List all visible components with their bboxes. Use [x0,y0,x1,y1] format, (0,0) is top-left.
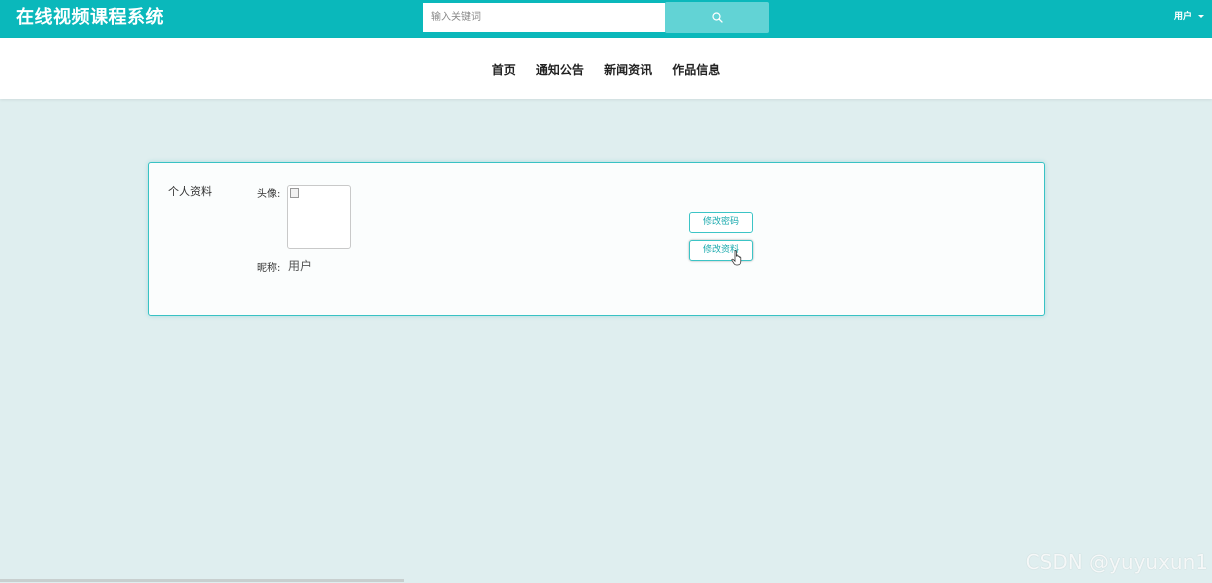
user-menu-label: 用户 [1173,12,1192,22]
csdn-watermark: CSDN @yuyuxun1 [1025,550,1208,574]
nickname-value: 用户 [288,259,313,273]
horizontal-scrollbar[interactable] [0,579,404,582]
edit-profile-button[interactable]: 修改资料 [689,240,753,261]
change-password-button[interactable]: 修改密码 [689,212,753,233]
profile-card: 个人资料 头像: 昵称: 用户 修改密码 修改资料 [148,162,1045,316]
main-nav: 首页 通知公告 新闻资讯 作品信息 [0,38,1212,99]
site-title: 在线视频课程系统 [16,7,164,28]
broken-image-icon [290,188,299,198]
nav-item-notices[interactable]: 通知公告 [536,62,584,78]
nav-item-news[interactable]: 新闻资讯 [604,62,652,78]
avatar [287,185,351,249]
user-menu[interactable]: 用户 [1174,11,1204,23]
chevron-down-icon [1198,15,1204,18]
nav-list: 首页 通知公告 新闻资讯 作品信息 [0,62,1212,78]
search-icon [712,12,723,23]
avatar-label: 头像: [257,189,281,200]
nav-item-works[interactable]: 作品信息 [672,62,720,78]
profile-heading: 个人资料 [168,185,212,198]
search-input[interactable] [423,3,665,32]
top-header: 在线视频课程系统 用户 [0,0,1212,38]
hand-pointer-icon [731,250,742,266]
nickname-label: 昵称: [257,263,281,274]
search-button[interactable] [665,2,769,33]
nav-item-home[interactable]: 首页 [492,62,516,78]
